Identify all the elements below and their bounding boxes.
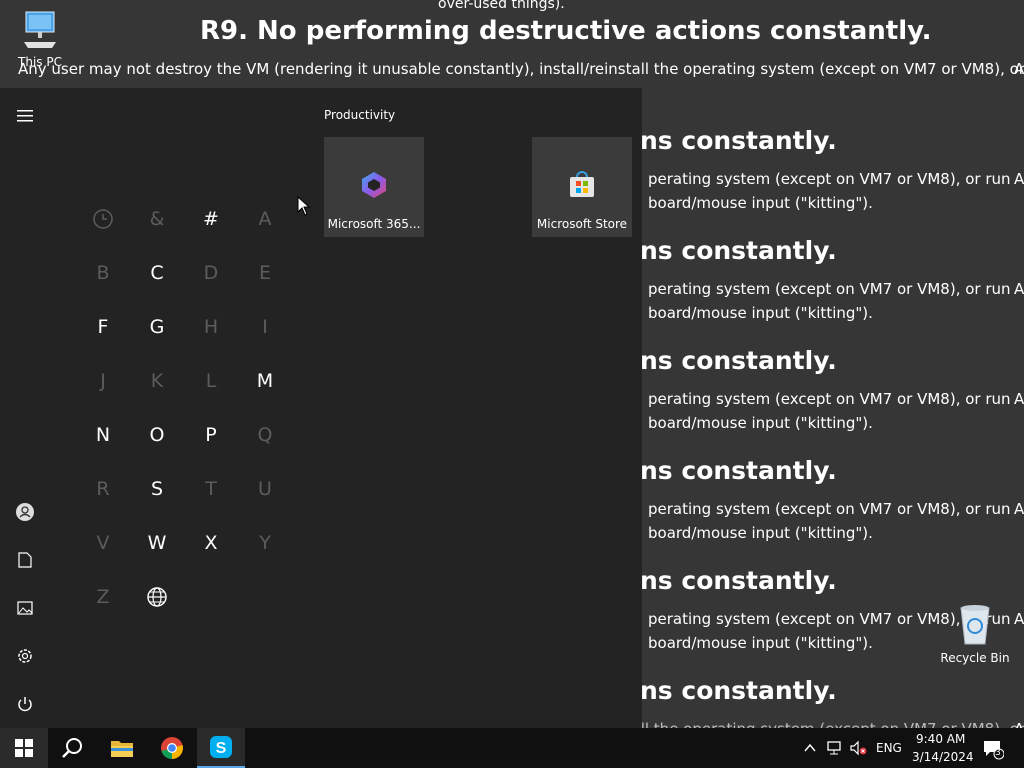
letter-p[interactable]: P	[184, 408, 238, 462]
letter-t: T	[205, 478, 217, 500]
rule-line-repeat: board/mouse input ("kitting").	[648, 524, 873, 542]
letter-z: Z	[96, 586, 110, 608]
skype-icon: S	[210, 736, 232, 758]
letter-k: K	[150, 370, 164, 392]
letter-j: J	[100, 370, 106, 392]
rule-title-repeat: ns constantly.	[640, 236, 837, 265]
rule-title-repeat: ns constantly.	[640, 346, 837, 375]
letter-h: H	[203, 316, 219, 338]
rule-title-repeat: ns constantly.	[640, 566, 837, 595]
tile-label: Microsoft Store	[536, 217, 628, 231]
edge-char: A	[1014, 500, 1024, 518]
letter-w[interactable]: W	[130, 516, 184, 570]
rule-line-repeat: perating system (except on VM7 or VM8), …	[648, 170, 1011, 188]
volume-muted-icon[interactable]	[849, 740, 867, 760]
letter-f[interactable]: F	[76, 300, 130, 354]
globe-icon[interactable]	[130, 570, 184, 624]
letter-r: R	[96, 478, 110, 500]
letter-u: U	[258, 478, 272, 500]
microsoft-365-icon	[362, 172, 386, 198]
rule-line-repeat: perating system (except on VM7 or VM8), …	[648, 500, 1011, 518]
chrome-button[interactable]	[148, 728, 196, 768]
rule-line-repeat: board/mouse input ("kitting").	[648, 304, 873, 322]
letter-e: E	[258, 262, 271, 284]
file-explorer-icon	[111, 741, 133, 757]
windows-logo-icon	[15, 739, 33, 757]
letter-hash[interactable]: #	[184, 192, 238, 246]
clock-time[interactable]: 9:40 AM	[916, 732, 965, 746]
edge-char: A	[1014, 610, 1024, 628]
notification-count: 3	[995, 748, 1001, 758]
rule-line-repeat: board/mouse input ("kitting").	[648, 194, 873, 212]
this-pc-desktop-icon[interactable]: This PC	[10, 8, 70, 69]
pictures-icon[interactable]	[13, 596, 37, 620]
start-button[interactable]	[0, 728, 48, 768]
rule-title-repeat: ns constantly.	[640, 676, 837, 705]
letter-a: A	[258, 208, 272, 230]
tile-group-title[interactable]: Productivity	[324, 108, 395, 122]
svg-text:S: S	[216, 740, 227, 757]
edge-char: A	[1014, 280, 1024, 298]
show-hidden-icons-chevron-icon[interactable]	[803, 740, 817, 759]
letter-x[interactable]: X	[184, 516, 238, 570]
letter-d: D	[203, 262, 219, 284]
microsoft-store-tile[interactable]: Microsoft Store	[532, 137, 632, 237]
rule-line-repeat: perating system (except on VM7 or VM8), …	[648, 390, 1011, 408]
edge-char: A	[1014, 60, 1024, 78]
rule-title-repeat: ns constantly.	[640, 126, 837, 155]
recycle-bin-icon	[960, 605, 990, 645]
start-menu: & # A B C D E F G H I J K L M N O P Q R …	[0, 88, 642, 728]
documents-icon[interactable]	[13, 548, 37, 572]
search-button[interactable]	[48, 728, 96, 768]
skype-button[interactable]: S	[197, 728, 245, 768]
desktop-text-fragment: over-used things).	[438, 0, 565, 12]
start-menu-rail	[0, 88, 50, 728]
letter-n[interactable]: N	[76, 408, 130, 462]
settings-icon[interactable]	[13, 644, 37, 668]
rule-line-repeat: perating system (except on VM7 or VM8), …	[648, 280, 1011, 298]
letter-amp: &	[149, 208, 165, 230]
microsoft-store-icon	[570, 171, 594, 197]
computer-icon	[24, 11, 56, 48]
rule-line-repeat: board/mouse input ("kitting").	[648, 414, 873, 432]
letter-y: Y	[259, 532, 271, 554]
network-icon[interactable]	[826, 740, 844, 760]
rule-line-repeat: board/mouse input ("kitting").	[648, 634, 873, 652]
mouse-cursor-icon	[297, 196, 311, 216]
tile-label: Microsoft 365...	[327, 217, 421, 231]
search-icon	[62, 738, 82, 758]
letter-s[interactable]: S	[130, 462, 184, 516]
rule-line: Any user may not destroy the VM (renderi…	[18, 60, 1024, 78]
letter-b: B	[96, 262, 110, 284]
rule-title-repeat: ns constantly.	[640, 456, 837, 485]
file-explorer-button[interactable]	[98, 728, 146, 768]
recycle-bin-desktop-icon[interactable]: Recycle Bin	[938, 600, 1012, 665]
clock-date[interactable]: 3/14/2024	[912, 750, 974, 764]
taskbar: S ENG 9:40 AM 3/14/2024 3	[0, 728, 1024, 768]
this-pc-label: This PC	[18, 55, 62, 69]
hamburger-menu-icon[interactable]	[13, 104, 37, 128]
language-indicator[interactable]: ENG	[876, 741, 902, 755]
letter-c[interactable]: C	[130, 246, 184, 300]
action-center-button[interactable]: 3	[982, 738, 1005, 764]
letter-o[interactable]: O	[130, 408, 184, 462]
edge-char: A	[1014, 170, 1024, 188]
edge-char: A	[1014, 390, 1024, 408]
recycle-bin-label: Recycle Bin	[940, 651, 1010, 665]
recent-clock-icon	[76, 192, 130, 246]
letter-i: I	[262, 316, 268, 338]
letter-m[interactable]: M	[238, 354, 292, 408]
user-icon[interactable]	[13, 500, 37, 524]
microsoft-365-tile[interactable]: Microsoft 365...	[324, 137, 424, 237]
productivity-group: Productivity Microsoft 365... Microsoft …	[324, 108, 632, 237]
letter-g[interactable]: G	[130, 300, 184, 354]
letter-q: Q	[257, 424, 273, 446]
edge-char: A	[1014, 720, 1024, 728]
rule-title: R9. No performing destructive actions co…	[200, 16, 932, 46]
power-icon[interactable]	[13, 692, 37, 716]
chrome-icon	[161, 737, 183, 759]
letter-l: L	[205, 370, 217, 392]
letter-v: V	[96, 532, 110, 554]
